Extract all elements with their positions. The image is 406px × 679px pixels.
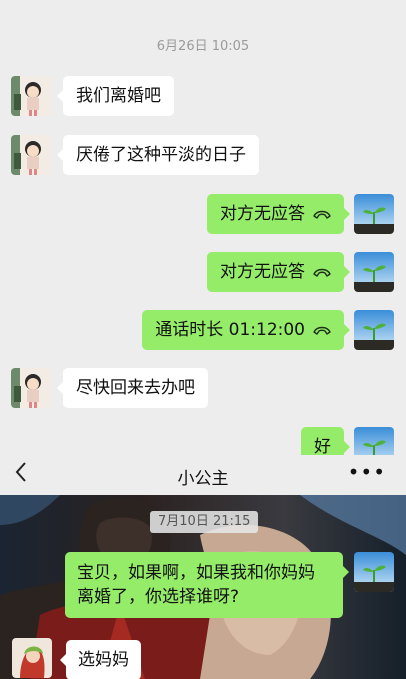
chat-title: 小公主: [177, 469, 229, 489]
contact-avatar[interactable]: [11, 135, 51, 175]
call-duration-text: 通话时长 01:12:00: [155, 320, 305, 340]
my-avatar[interactable]: [354, 252, 394, 292]
message-bubble-incoming[interactable]: 选妈妈: [60, 640, 141, 679]
message-bubble-outgoing[interactable]: 好: [301, 427, 350, 455]
call-status-text: 对方无应答: [220, 204, 305, 224]
chat-timestamp: 6月26日 10:05: [156, 39, 250, 54]
chat-history-bottom: 7月10日 21:15 宝贝，如果啊，如果我和你妈妈 离婚了，你选择谁呀? 选妈…: [0, 495, 406, 679]
phone-hangup-icon: [313, 326, 331, 335]
phone-hangup-icon: [313, 268, 331, 277]
my-avatar[interactable]: [354, 194, 394, 234]
contact-avatar[interactable]: [11, 368, 51, 408]
more-button[interactable]: •••: [348, 460, 386, 484]
message-bubble-incoming[interactable]: 厌倦了这种平淡的日子: [57, 135, 259, 175]
my-avatar[interactable]: [354, 552, 394, 592]
message-text-line: 离婚了，你选择谁呀?: [77, 587, 240, 607]
call-record-bubble[interactable]: 对方无应答: [207, 194, 350, 234]
contact-avatar[interactable]: [12, 638, 52, 678]
call-record-bubble[interactable]: 对方无应答: [207, 252, 350, 292]
my-avatar[interactable]: [354, 427, 394, 455]
phone-hangup-icon: [313, 210, 331, 219]
more-dots-icon: •••: [347, 460, 386, 484]
message-bubble-incoming[interactable]: 我们离婚吧: [57, 76, 174, 116]
message-text-line: 宝贝，如果啊，如果我和你妈妈: [77, 563, 315, 583]
message-bubble-incoming[interactable]: 尽快回来去办吧: [57, 368, 208, 408]
call-status-text: 对方无应答: [220, 262, 305, 282]
message-bubble-outgoing[interactable]: 宝贝，如果啊，如果我和你妈妈 离婚了，你选择谁呀?: [65, 552, 349, 618]
call-record-bubble[interactable]: 通话时长 01:12:00: [142, 310, 350, 350]
chat-header: 小公主 •••: [0, 455, 406, 495]
contact-avatar[interactable]: [11, 76, 51, 116]
chat-history-top: 6月26日 10:05 我们离婚吧 厌倦了这种平淡的日子 对方无应答 对方无应答: [0, 0, 406, 455]
chat-timestamp: 7月10日 21:15: [150, 511, 259, 533]
my-avatar[interactable]: [354, 310, 394, 350]
